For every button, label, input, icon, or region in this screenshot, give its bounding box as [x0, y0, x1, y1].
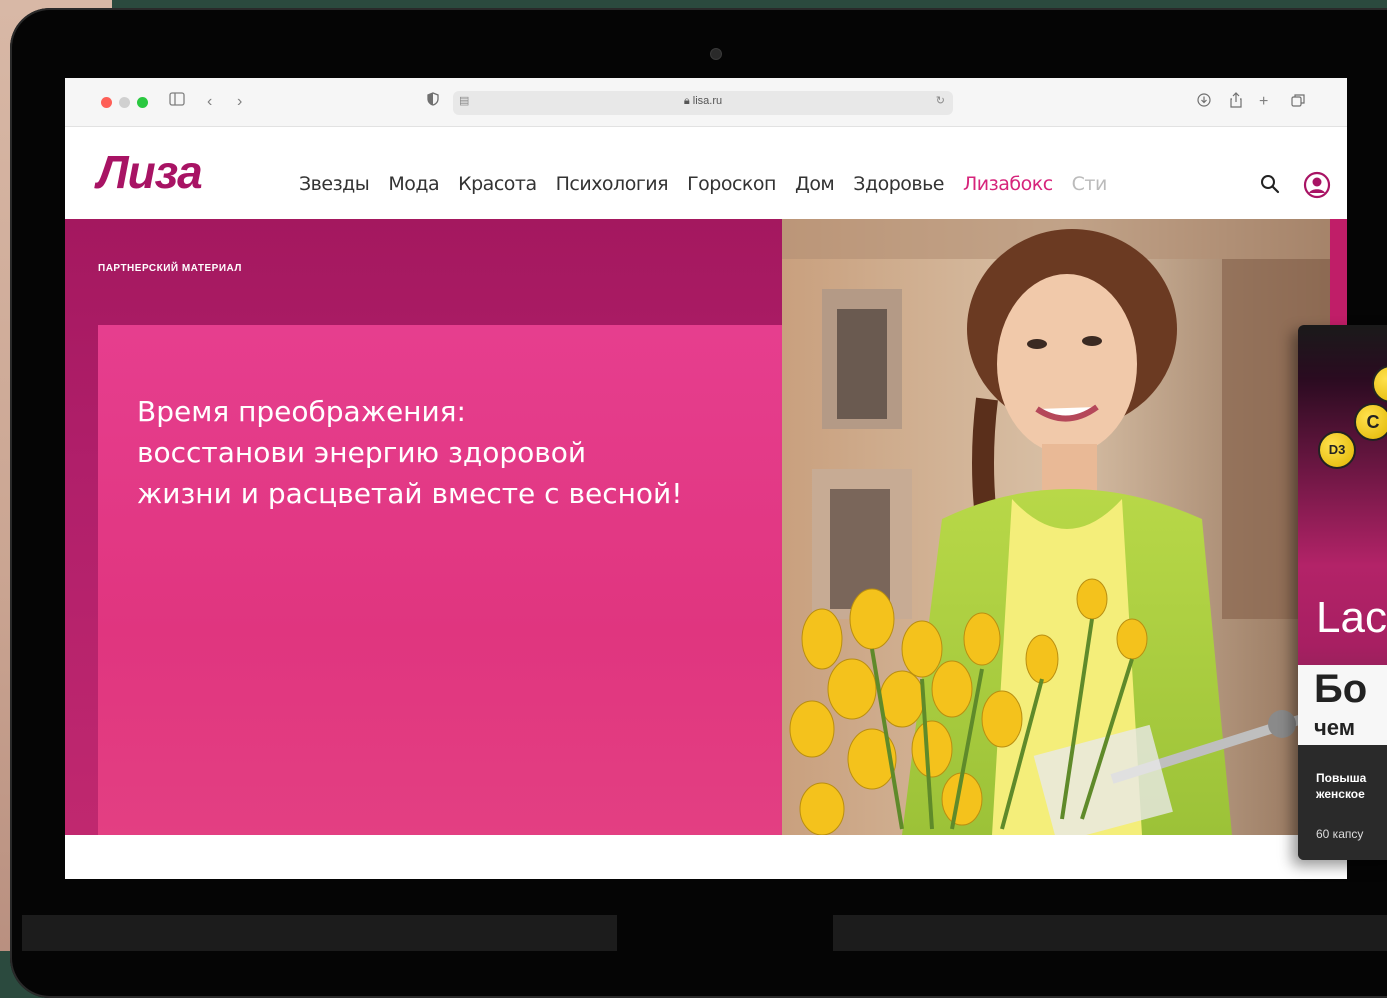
site-header: Лиза Звезды Мода Красота Психология Горо…: [65, 127, 1347, 219]
nav-item-home[interactable]: Дом: [795, 173, 835, 195]
nav-item-beauty[interactable]: Красота: [458, 173, 537, 195]
vitamin-d3-badge: D3: [1318, 431, 1356, 469]
nav-item-psychology[interactable]: Психология: [556, 173, 669, 195]
new-tab-icon[interactable]: +: [1259, 92, 1268, 112]
nav-item-stars[interactable]: Звезды: [299, 173, 370, 195]
product-bottom-band: [1298, 745, 1387, 860]
product-capsule-count: 60 капсу: [1316, 827, 1364, 841]
woman-with-flowers-image: [782, 219, 1347, 835]
product-desc-line-2: женское: [1316, 787, 1365, 801]
product-subtitle: чем: [1314, 715, 1355, 740]
download-icon[interactable]: [1197, 92, 1211, 112]
address-bar[interactable]: ▤ 🔒︎ lisa.ru ↻: [453, 91, 953, 115]
share-icon[interactable]: [1229, 92, 1243, 113]
privacy-shield-icon[interactable]: [427, 92, 439, 112]
browser-window: ‹ › ▤ 🔒︎ lisa.ru ↻ + Лиза Звезды Мода Кр…: [65, 78, 1347, 879]
url-value: lisa.ru: [692, 95, 723, 107]
vitamin-c-badge: C: [1354, 403, 1387, 441]
main-nav: Звезды Мода Красота Психология Гороскоп …: [299, 173, 1126, 195]
partner-material-tag: ПАРТНЕРСКИЙ МАТЕРИАЛ: [98, 263, 242, 274]
nav-item-lizabox[interactable]: Лизабокс: [963, 173, 1053, 195]
headline-line-3: жизни и расцветай вместе с весной!: [137, 477, 683, 510]
headline-line-2: восстанови энергию здоровой: [137, 436, 587, 469]
product-title: Бо: [1314, 667, 1368, 711]
nav-item-style[interactable]: Сти: [1072, 173, 1108, 195]
headline-line-1: Время преображения:: [137, 395, 466, 428]
zoom-window-button[interactable]: [137, 97, 148, 108]
hero-card[interactable]: Время преображения: восстанови энергию з…: [98, 325, 782, 835]
forward-icon[interactable]: ›: [237, 92, 242, 112]
browser-toolbar: ‹ › ▤ 🔒︎ lisa.ru ↻ +: [65, 78, 1347, 127]
hero-photo: [782, 219, 1347, 835]
page-below-hero: [65, 835, 1347, 879]
nav-item-horoscope[interactable]: Гороскоп: [687, 173, 776, 195]
close-window-button[interactable]: [101, 97, 112, 108]
product-desc-line-1: Повыша: [1316, 771, 1367, 785]
product-brand: Lac: [1316, 593, 1387, 642]
url-text: 🔒︎ lisa.ru: [683, 95, 723, 107]
site-logo[interactable]: Лиза: [97, 145, 203, 199]
user-account-icon[interactable]: [1303, 171, 1331, 199]
hero-left-panel: ПАРТНЕРСКИЙ МАТЕРИАЛ Время преображения:…: [65, 219, 782, 835]
nav-item-health[interactable]: Здоровье: [853, 173, 944, 195]
minimize-window-button[interactable]: [119, 97, 130, 108]
laptop-notch: [617, 915, 833, 951]
nav-item-fashion[interactable]: Мода: [388, 173, 439, 195]
search-icon[interactable]: [1259, 173, 1281, 195]
sidebar-icon[interactable]: [169, 92, 185, 112]
vitamin-zinc-badge: [1372, 365, 1387, 403]
product-box-image: C D3 Lac Бо чем Повыша женское 60 капсу: [1298, 325, 1387, 860]
tab-overview-icon[interactable]: [1291, 92, 1305, 112]
hero-headline: Время преображения: восстанови энергию з…: [137, 391, 757, 514]
camera: [710, 48, 722, 60]
back-icon[interactable]: ‹: [207, 92, 212, 112]
translate-reload-icon[interactable]: ↻: [936, 94, 945, 107]
